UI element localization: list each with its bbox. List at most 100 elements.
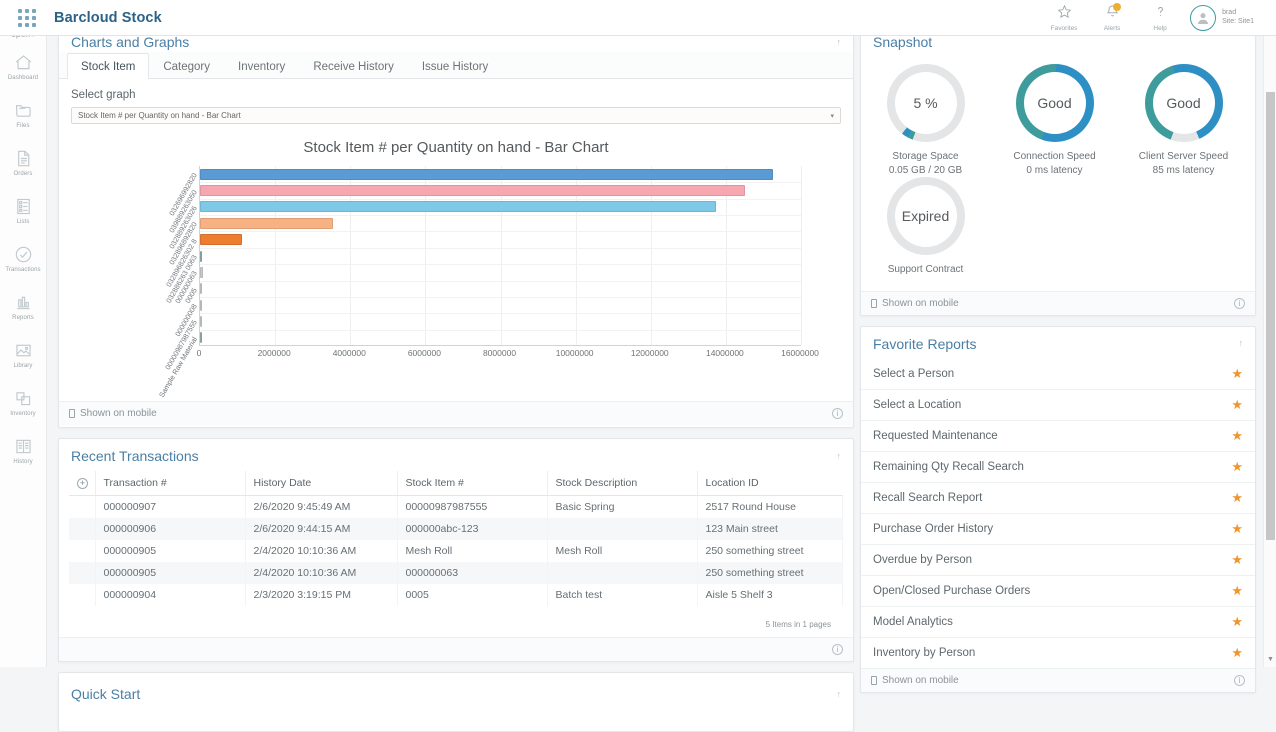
table-cell bbox=[547, 562, 697, 584]
chart-bar[interactable] bbox=[200, 218, 333, 229]
alerts-badge-dot bbox=[1113, 3, 1121, 11]
favorite-report-item[interactable]: Model Analytics ★ bbox=[861, 607, 1255, 638]
table-cell: 123 Main street bbox=[697, 518, 843, 540]
favorite-report-item[interactable]: Remaining Qty Recall Search★ bbox=[861, 452, 1255, 483]
star-filled-icon[interactable]: ★ bbox=[1231, 552, 1243, 568]
favorites-button[interactable]: Favorites bbox=[1045, 4, 1083, 32]
chart-bar[interactable] bbox=[200, 300, 202, 311]
main-content: Charts and Graphs ↑ Stock Item Category … bbox=[58, 24, 854, 732]
tab-issue-history[interactable]: Issue History bbox=[408, 53, 502, 79]
favorite-report-item[interactable]: Select a Person★ bbox=[861, 359, 1255, 390]
gauge-value: Good bbox=[1037, 95, 1071, 111]
info-icon[interactable]: i bbox=[1234, 675, 1245, 686]
sidebar-item-reports[interactable]: Reports bbox=[0, 282, 46, 330]
sidebar-item-library[interactable]: Library bbox=[0, 330, 46, 378]
favorite-report-item[interactable]: Requested Maintenance★ bbox=[861, 421, 1255, 452]
chart-bar[interactable] bbox=[200, 332, 202, 343]
chart-bar[interactable] bbox=[200, 283, 202, 294]
help-button[interactable]: Help bbox=[1141, 4, 1179, 32]
sidebar-item-label: Lists bbox=[17, 219, 30, 225]
tab-receive-history[interactable]: Receive History bbox=[299, 53, 408, 79]
sidebar-item-history[interactable]: History bbox=[0, 426, 46, 474]
chart-bar[interactable] bbox=[200, 316, 202, 327]
chart-bar[interactable] bbox=[200, 251, 202, 262]
alerts-button[interactable]: Alerts bbox=[1093, 4, 1131, 32]
select-graph-dropdown[interactable]: Stock Item # per Quantity on hand - Bar … bbox=[71, 107, 841, 124]
quick-start-header: Quick Start ↑ bbox=[59, 673, 853, 709]
star-filled-icon[interactable]: ★ bbox=[1231, 397, 1243, 413]
tab-category[interactable]: Category bbox=[149, 53, 224, 79]
sidebar-item-files[interactable]: Files bbox=[0, 90, 46, 138]
star-filled-icon[interactable]: ★ bbox=[1231, 583, 1243, 599]
column-location-id[interactable]: Location ID bbox=[697, 471, 843, 496]
chart-gridline bbox=[200, 297, 801, 298]
sidebar-item-dashboard[interactable]: Dashboard bbox=[0, 42, 46, 90]
tab-inventory[interactable]: Inventory bbox=[224, 53, 299, 79]
sidebar-item-inventory[interactable]: Inventory bbox=[0, 378, 46, 426]
chart-bar[interactable] bbox=[200, 169, 773, 180]
star-filled-icon[interactable]: ★ bbox=[1231, 490, 1243, 506]
chart-x-tick-label: 0 bbox=[197, 348, 202, 358]
favorite-report-item[interactable]: Inventory by Person★ bbox=[861, 638, 1255, 669]
sidebar-item-label: Orders bbox=[14, 171, 33, 177]
info-icon[interactable]: i bbox=[832, 408, 843, 419]
collapse-caret-icon[interactable]: ↑ bbox=[837, 38, 842, 47]
scroll-down-arrow-icon[interactable]: ▼ bbox=[1267, 656, 1274, 663]
table-row[interactable]: 0000009052/4/2020 10:10:36 AM00000006325… bbox=[69, 562, 843, 584]
plus-circle-icon: + bbox=[77, 478, 88, 489]
star-filled-icon[interactable]: ★ bbox=[1231, 521, 1243, 537]
sidebar-item-orders[interactable]: Orders bbox=[0, 138, 46, 186]
star-filled-icon[interactable]: ★ bbox=[1231, 366, 1243, 382]
favorite-report-item[interactable]: Purchase Order History★ bbox=[861, 514, 1255, 545]
scrollbar-thumb[interactable] bbox=[1266, 92, 1275, 540]
chart-bar[interactable] bbox=[200, 234, 242, 245]
favorite-report-label: Model Analytics bbox=[873, 616, 953, 628]
chart-plot-area bbox=[199, 166, 801, 346]
column-history-date[interactable]: History Date bbox=[245, 471, 397, 496]
row-select-cell[interactable] bbox=[69, 584, 95, 606]
add-row-button[interactable]: + bbox=[69, 471, 95, 496]
sidebar-item-lists[interactable]: Lists bbox=[0, 186, 46, 234]
sidebar-item-transactions[interactable]: Transactions bbox=[0, 234, 46, 282]
app-title: Barcloud Stock bbox=[54, 10, 162, 26]
star-filled-icon[interactable]: ★ bbox=[1231, 428, 1243, 444]
page-scrollbar[interactable]: ▲ ▼ bbox=[1263, 24, 1276, 667]
column-stock-item-number[interactable]: Stock Item # bbox=[397, 471, 547, 496]
column-stock-description[interactable]: Stock Description bbox=[547, 471, 697, 496]
favorite-report-item[interactable]: Recall Search Report★ bbox=[861, 483, 1255, 514]
table-row[interactable]: 0000009062/6/2020 9:44:15 AM000000abc-12… bbox=[69, 518, 843, 540]
favorite-report-item[interactable]: Open/Closed Purchase Orders★ bbox=[861, 576, 1255, 607]
chart-gridline bbox=[200, 215, 801, 216]
table-row[interactable]: 0000009052/4/2020 10:10:36 AMMesh RollMe… bbox=[69, 540, 843, 562]
star-filled-icon[interactable]: ★ bbox=[1231, 645, 1243, 661]
collapse-caret-icon[interactable]: ↑ bbox=[1239, 339, 1244, 348]
apps-menu-button[interactable] bbox=[0, 9, 54, 27]
info-icon[interactable]: i bbox=[1234, 298, 1245, 309]
chart-bar[interactable] bbox=[200, 185, 745, 196]
table-row[interactable]: 0000009072/6/2020 9:45:49 AM000009879875… bbox=[69, 496, 843, 519]
row-select-cell[interactable] bbox=[69, 540, 95, 562]
table-cell: 2517 Round House bbox=[697, 496, 843, 519]
chart-bar[interactable] bbox=[200, 267, 203, 278]
row-select-cell[interactable] bbox=[69, 562, 95, 584]
star-filled-icon[interactable]: ★ bbox=[1231, 459, 1243, 475]
user-menu[interactable]: brad Site: Site1 bbox=[1190, 5, 1254, 31]
collapse-caret-icon[interactable]: ↑ bbox=[837, 452, 842, 461]
table-cell: 000000905 bbox=[95, 562, 245, 584]
gauge-caption-title: Support Contract bbox=[888, 263, 964, 277]
tab-stock-item[interactable]: Stock Item bbox=[67, 53, 149, 79]
column-transaction-number[interactable]: Transaction # bbox=[95, 471, 245, 496]
info-icon[interactable]: i bbox=[832, 644, 843, 655]
star-filled-icon[interactable]: ★ bbox=[1231, 614, 1243, 630]
row-select-cell[interactable] bbox=[69, 496, 95, 519]
chart-bar[interactable] bbox=[200, 201, 716, 212]
table-row[interactable]: 0000009042/3/2020 3:19:15 PM0005Batch te… bbox=[69, 584, 843, 606]
right-sidebar: Snapshot 5 %Storage Space0.05 GB / 20 GB… bbox=[860, 24, 1256, 693]
sidebar-item-label: Library bbox=[13, 363, 32, 369]
favorite-report-item[interactable]: Overdue by Person★ bbox=[861, 545, 1255, 576]
favorite-report-item[interactable]: Select a Location★ bbox=[861, 390, 1255, 421]
collapse-caret-icon[interactable]: ↑ bbox=[837, 690, 842, 699]
shown-on-mobile-label: Shown on mobile bbox=[882, 298, 959, 309]
folder-icon bbox=[13, 100, 34, 121]
row-select-cell[interactable] bbox=[69, 518, 95, 540]
